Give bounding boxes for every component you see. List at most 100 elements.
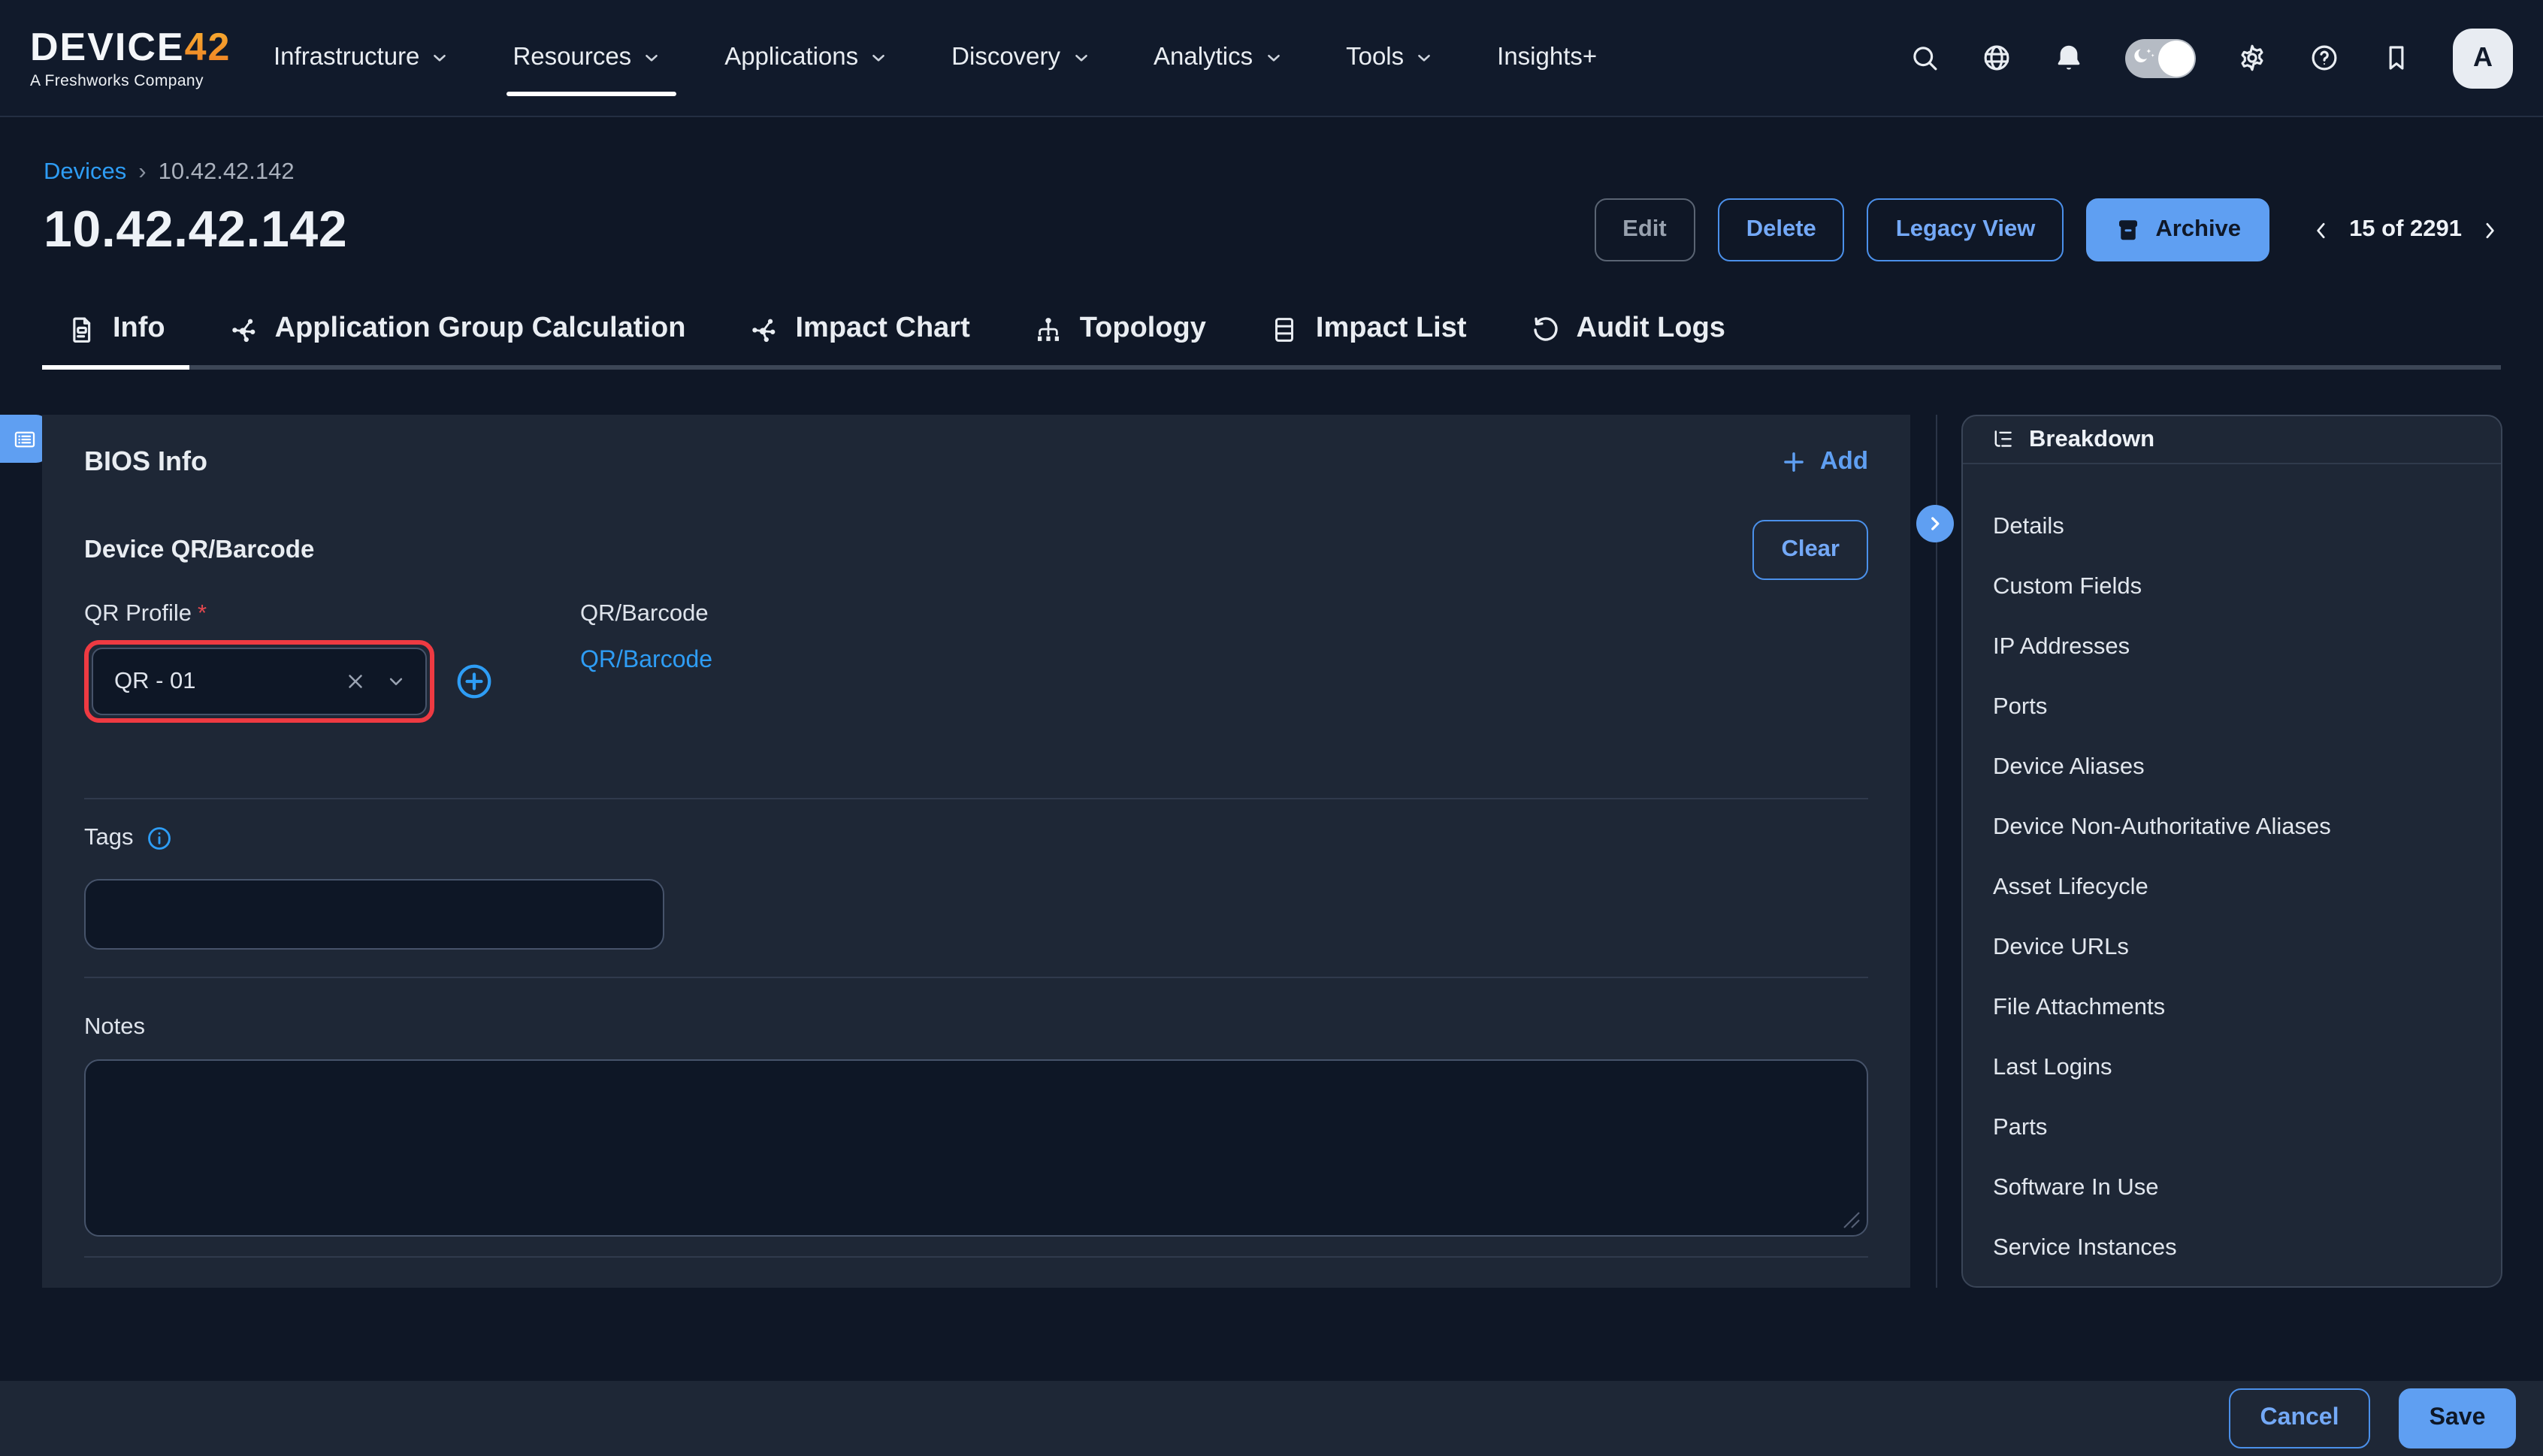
title-row: 10.42.42.142 Edit Delete Legacy View Arc…: [44, 198, 2501, 261]
nav-infrastructure[interactable]: Infrastructure: [274, 30, 449, 86]
breakdown-item-details[interactable]: Details: [1963, 497, 2501, 557]
qr-barcode-label: QR/Barcode: [580, 601, 712, 628]
tags-input[interactable]: [84, 879, 664, 950]
add-qr-profile-button[interactable]: [454, 661, 494, 702]
nav-label: Resources: [513, 44, 631, 72]
moon-stars-icon: [2130, 43, 2160, 73]
gear-icon[interactable]: [2236, 42, 2268, 74]
nav-insights[interactable]: Insights+: [1497, 30, 1597, 86]
nav-tools[interactable]: Tools: [1346, 30, 1434, 86]
breakdown-item-device-urls[interactable]: Device URLs: [1963, 918, 2501, 978]
audit-logs-icon: [1530, 313, 1562, 345]
legacy-view-button[interactable]: Legacy View: [1867, 198, 2064, 261]
chevron-down-icon: [642, 48, 661, 68]
resize-handle-icon[interactable]: [1843, 1211, 1861, 1229]
breadcrumb-separator: ›: [138, 159, 146, 186]
tab-label: Application Group Calculation: [275, 313, 686, 346]
chevron-down-icon[interactable]: [385, 670, 407, 693]
tags-label: Tags: [84, 825, 134, 852]
info-icon: [66, 313, 98, 345]
clear-button[interactable]: Clear: [1752, 520, 1868, 580]
bell-icon[interactable]: [2053, 42, 2085, 74]
edit-button[interactable]: Edit: [1594, 198, 1695, 261]
breakdown-item-software-in-use[interactable]: Software In Use: [1963, 1158, 2501, 1219]
toggle-knob: [2158, 40, 2194, 76]
tab-audit-logs[interactable]: Audit Logs: [1506, 298, 1749, 365]
breakdown-item-device-non-authoritative-aliases[interactable]: Device Non-Authoritative Aliases: [1963, 798, 2501, 858]
notes-label: Notes: [84, 1014, 1868, 1041]
content-area: BIOS Info Add Device QR/Barcode Clear QR…: [0, 415, 2543, 1288]
notes-textarea[interactable]: [84, 1059, 1868, 1237]
breakdown-item-ip-addresses[interactable]: IP Addresses: [1963, 618, 2501, 678]
breadcrumb: Devices › 10.42.42.142: [44, 159, 2543, 186]
nav-discovery[interactable]: Discovery: [951, 30, 1090, 86]
clear-selection-icon[interactable]: [344, 670, 367, 693]
info-circle-icon[interactable]: [146, 825, 173, 852]
breakdown-panel: Breakdown DetailsCustom FieldsIP Address…: [1961, 415, 2502, 1288]
collapse-sidebar-button[interactable]: [1916, 505, 1954, 542]
tab-impact-chart[interactable]: Impact Chart: [724, 298, 993, 365]
nav-applications[interactable]: Applications: [724, 30, 888, 86]
top-navigation-bar: DEVICE42 A Freshworks Company Infrastruc…: [0, 0, 2543, 117]
breakdown-header: Breakdown: [1963, 416, 2501, 464]
next-record-icon[interactable]: [2478, 219, 2501, 241]
breakdown-item-asset-lifecycle[interactable]: Asset Lifecycle: [1963, 858, 2501, 918]
breakdown-item-device-aliases[interactable]: Device Aliases: [1963, 738, 2501, 798]
breakdown-item-service-instances[interactable]: Service Instances: [1963, 1219, 2501, 1279]
panel-divider: [1936, 415, 1937, 1288]
breakdown-item-custom-fields[interactable]: Custom Fields: [1963, 557, 2501, 618]
tab-topology[interactable]: Topology: [1009, 298, 1230, 365]
page-title: 10.42.42.142: [44, 201, 347, 259]
chevron-right-icon: [1925, 514, 1945, 533]
nav-label: Applications: [724, 44, 858, 72]
info-form-panel: BIOS Info Add Device QR/Barcode Clear QR…: [42, 415, 1910, 1288]
device42-app: DEVICE42 A Freshworks Company Infrastruc…: [0, 0, 2543, 1456]
tab-label: Impact Chart: [795, 313, 969, 346]
breadcrumb-current: 10.42.42.142: [159, 159, 295, 186]
qr-barcode-link[interactable]: QR/Barcode: [580, 648, 712, 675]
archive-icon: [2115, 216, 2142, 243]
device42-logo[interactable]: DEVICE42 A Freshworks Company: [30, 27, 240, 89]
highlight-frame: QR - 01: [84, 640, 434, 723]
bookmark-icon[interactable]: [2381, 42, 2412, 74]
tab-label: Audit Logs: [1577, 313, 1725, 346]
archive-button[interactable]: Archive: [2086, 198, 2269, 261]
breakdown-item-parts[interactable]: Parts: [1963, 1098, 2501, 1158]
breakdown-item-last-logins[interactable]: Last Logins: [1963, 1038, 2501, 1098]
add-button[interactable]: Add: [1779, 447, 1868, 476]
qr-profile-select[interactable]: QR - 01: [92, 648, 427, 715]
list-icon: [12, 426, 38, 452]
globe-icon[interactable]: [1981, 42, 2012, 74]
breadcrumb-devices-link[interactable]: Devices: [44, 159, 126, 186]
breakdown-item-ports[interactable]: Ports: [1963, 678, 2501, 738]
main-nav: Infrastructure Resources Applications Disco…: [274, 30, 1660, 86]
logo-tagline: A Freshworks Company: [30, 74, 240, 89]
breakdown-items: DetailsCustom FieldsIP AddressesPortsDev…: [1963, 464, 2501, 1279]
tab-application-group-calculation[interactable]: Application Group Calculation: [204, 298, 710, 365]
tab-impact-list[interactable]: Impact List: [1245, 298, 1491, 365]
search-icon[interactable]: [1909, 42, 1940, 74]
help-icon[interactable]: [2309, 42, 2340, 74]
plus-icon: [1779, 447, 1808, 476]
nav-analytics[interactable]: Analytics: [1154, 30, 1283, 86]
tab-info[interactable]: Info: [42, 298, 189, 365]
chevron-down-icon: [430, 48, 449, 68]
breakdown-item-file-attachments[interactable]: File Attachments: [1963, 978, 2501, 1038]
avatar[interactable]: A: [2453, 28, 2513, 88]
save-button[interactable]: Save: [2399, 1388, 2516, 1448]
nav-label: Analytics: [1154, 44, 1253, 72]
record-pagination: 15 of 2291: [2310, 216, 2501, 243]
topology-icon: [1033, 313, 1065, 345]
nav-label: Discovery: [951, 44, 1060, 72]
cancel-button[interactable]: Cancel: [2229, 1388, 2370, 1448]
device-tabs: Info Application Group Calculation Impact …: [42, 298, 2501, 370]
form-footer: Cancel Save: [0, 1381, 2543, 1456]
delete-button[interactable]: Delete: [1718, 198, 1845, 261]
previous-record-icon[interactable]: [2310, 219, 2333, 241]
nav-resources[interactable]: Resources: [513, 30, 661, 86]
theme-toggle[interactable]: [2125, 38, 2196, 77]
chevron-down-icon: [1414, 48, 1434, 68]
nav-label: Infrastructure: [274, 44, 419, 72]
pagination-label: 15 of 2291: [2349, 216, 2462, 243]
required-asterisk: *: [198, 601, 207, 627]
